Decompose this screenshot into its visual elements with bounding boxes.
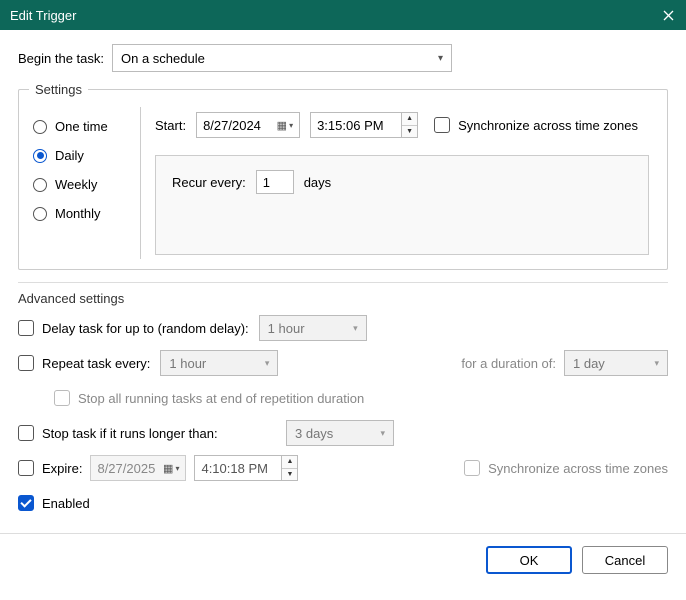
chevron-up-icon: ▲ [402,113,417,126]
enabled-label: Enabled [42,496,90,511]
recur-unit: days [304,175,331,190]
chevron-down-icon: ▼ [282,469,297,481]
divider [18,282,668,283]
chevron-down-icon: ▾ [265,358,270,369]
delay-value-select[interactable]: 1 hour▾ [259,315,367,341]
ok-button[interactable]: OK [486,546,572,574]
sync-tz-checkbox[interactable] [434,117,450,133]
expire-sync-tz-label: Synchronize across time zones [488,461,668,476]
expire-sync-tz-checkbox [464,460,480,476]
start-label: Start: [155,118,186,133]
start-date-input[interactable]: 8/27/2024 ▦▾ [196,112,300,138]
repeat-label: Repeat task every: [42,356,150,371]
footer: OK Cancel [0,533,686,586]
schedule-radio-group: One time Daily Weekly Monthly [29,107,141,259]
settings-legend: Settings [29,82,88,97]
sync-tz-label: Synchronize across time zones [458,118,638,133]
stop-all-checkbox [54,390,70,406]
titlebar: Edit Trigger [0,0,686,30]
calendar-icon[interactable]: ▦▾ [163,462,179,475]
recur-panel: Recur every: 1 days [155,155,649,255]
stop-long-value-select[interactable]: 3 days▾ [286,420,394,446]
advanced-legend: Advanced settings [18,291,668,306]
expire-time-input[interactable]: 4:10:18 PM [194,455,282,481]
repeat-value-select[interactable]: 1 hour▾ [160,350,278,376]
start-time-input[interactable]: 3:15:06 PM [310,112,402,138]
chevron-down-icon: ▾ [438,53,443,64]
chevron-down-icon: ▼ [402,126,417,138]
delay-checkbox[interactable] [18,320,34,336]
start-time-spinner[interactable]: ▲▼ [402,112,418,138]
stop-all-label: Stop all running tasks at end of repetit… [78,391,364,406]
begin-task-select[interactable]: On a schedule ▾ [112,44,452,72]
calendar-icon[interactable]: ▦▾ [277,119,293,132]
begin-task-label: Begin the task: [18,51,104,66]
chevron-down-icon: ▾ [654,358,659,369]
repeat-checkbox[interactable] [18,355,34,371]
radio-one-time[interactable]: One time [33,119,136,134]
stop-long-label: Stop task if it runs longer than: [42,426,286,441]
chevron-down-icon: ▾ [380,428,385,439]
cancel-button[interactable]: Cancel [582,546,668,574]
settings-fieldset: Settings One time Daily Weekly Monthly S… [18,82,668,270]
window-title: Edit Trigger [10,8,76,23]
chevron-down-icon: ▾ [353,323,358,334]
duration-value-select[interactable]: 1 day▾ [564,350,668,376]
begin-task-value: On a schedule [121,51,205,66]
duration-label: for a duration of: [461,356,556,371]
stop-long-checkbox[interactable] [18,425,34,441]
enabled-checkbox[interactable] [18,495,34,511]
recur-value-input[interactable]: 1 [256,170,294,194]
chevron-up-icon: ▲ [282,456,297,469]
radio-weekly[interactable]: Weekly [33,177,136,192]
delay-label: Delay task for up to (random delay): [42,321,249,336]
close-icon[interactable] [660,7,676,23]
radio-daily[interactable]: Daily [33,148,136,163]
recur-label: Recur every: [172,175,246,190]
expire-time-spinner[interactable]: ▲▼ [282,455,298,481]
expire-label: Expire: [42,461,82,476]
expire-date-input[interactable]: 8/27/2025 ▦▾ [90,455,186,481]
radio-monthly[interactable]: Monthly [33,206,136,221]
expire-checkbox[interactable] [18,460,34,476]
